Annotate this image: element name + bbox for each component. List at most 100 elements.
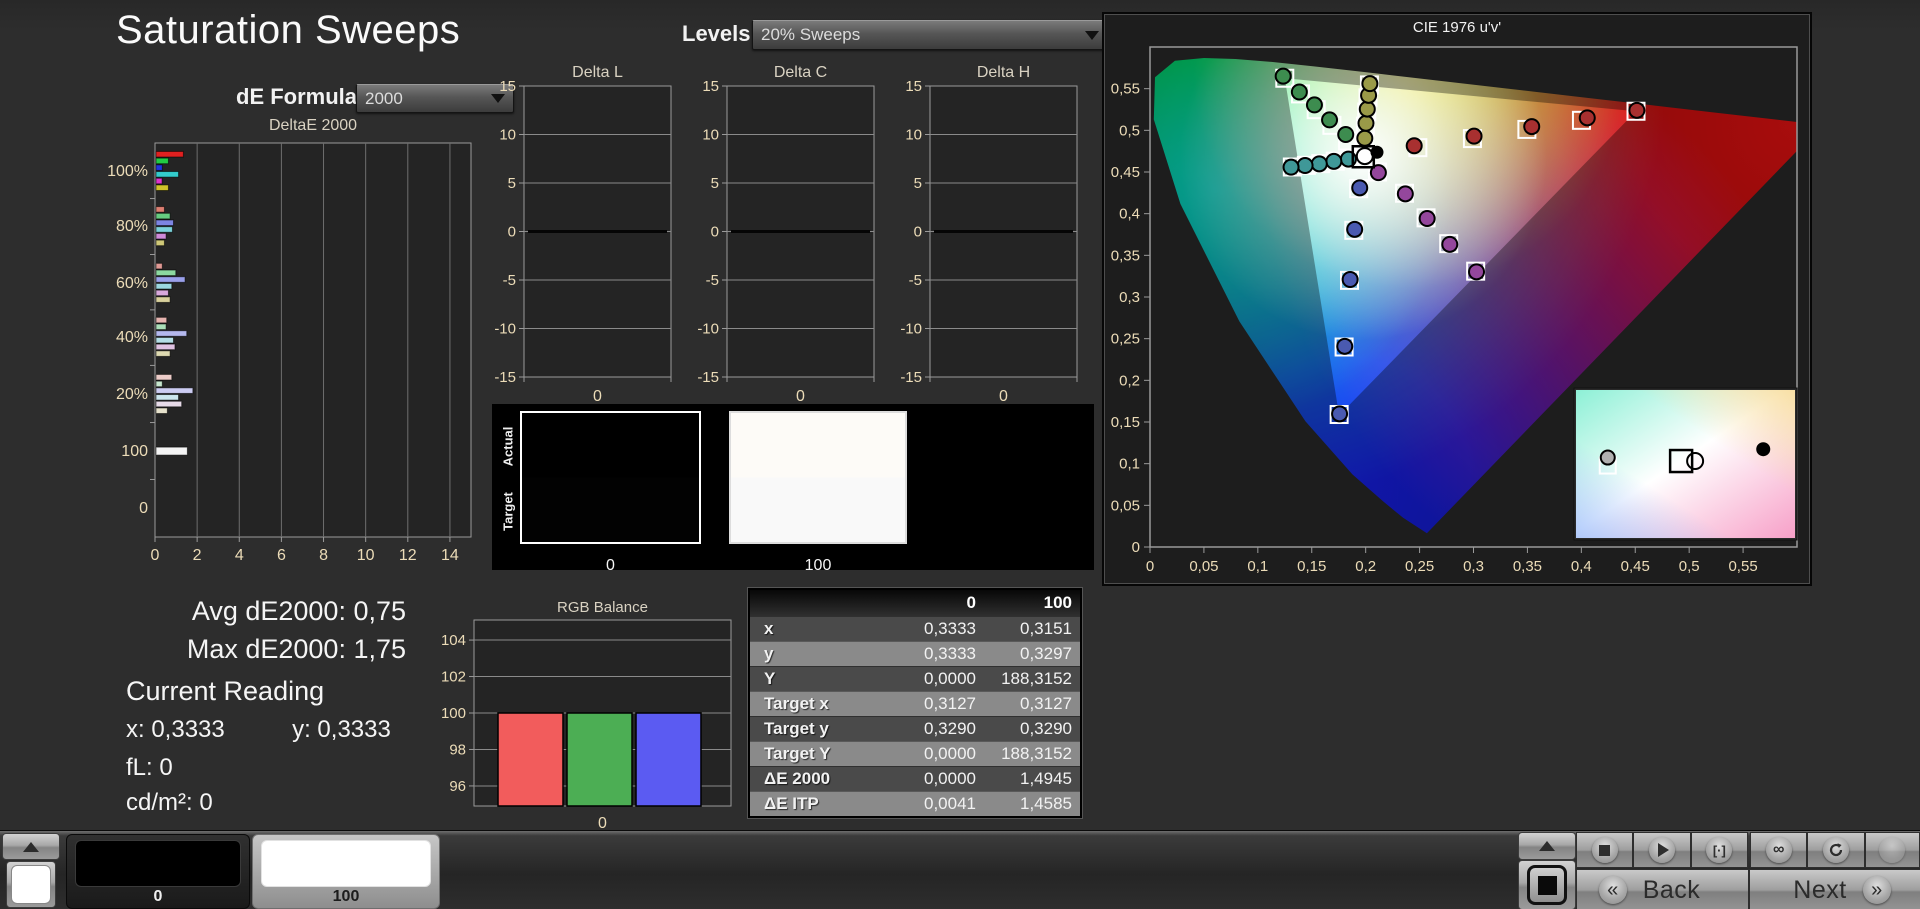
actual-label: Actual bbox=[501, 417, 516, 477]
svg-text:-10: -10 bbox=[900, 321, 922, 338]
delta-c-chart: Delta C151050-5-10-150 bbox=[673, 58, 888, 410]
svg-text:DeltaE 2000: DeltaE 2000 bbox=[269, 117, 357, 134]
svg-text:60%: 60% bbox=[116, 275, 148, 292]
svg-text:0: 0 bbox=[598, 815, 607, 830]
svg-text:100%: 100% bbox=[107, 163, 148, 180]
svg-text:10: 10 bbox=[357, 547, 375, 564]
svg-text:0: 0 bbox=[1146, 558, 1154, 575]
svg-text:-15: -15 bbox=[494, 369, 516, 386]
svg-text:RGB Balance: RGB Balance bbox=[557, 599, 648, 616]
svg-text:Delta H: Delta H bbox=[977, 64, 1030, 81]
current-reading-title: Current Reading bbox=[126, 676, 324, 707]
svg-text:12: 12 bbox=[399, 547, 417, 564]
svg-text:8: 8 bbox=[319, 547, 328, 564]
target-label: Target bbox=[501, 482, 516, 542]
table-row: ΔE 20000,00001,4945 bbox=[750, 766, 1080, 791]
svg-text:15: 15 bbox=[702, 78, 719, 95]
patch-list-expand-button[interactable] bbox=[2, 833, 60, 860]
table-row: x0,33330,3151 bbox=[750, 616, 1080, 641]
current-patch-button[interactable] bbox=[6, 861, 56, 908]
bottom-toolbar: 0 100 bbox=[0, 830, 1920, 909]
delta-l-chart: Delta L151050-5-10-150 bbox=[470, 58, 685, 410]
svg-text:-10: -10 bbox=[494, 321, 516, 338]
svg-text:0,55: 0,55 bbox=[1111, 81, 1140, 98]
patch-window-button[interactable] bbox=[1518, 860, 1576, 909]
continuous-measure-button[interactable]: ∞ bbox=[1750, 832, 1807, 868]
patch-swatch-100-label: 100 bbox=[731, 557, 905, 575]
back-button-label: Back bbox=[1643, 876, 1701, 905]
svg-text:5: 5 bbox=[914, 175, 922, 192]
next-chevrons-icon: » bbox=[1863, 876, 1891, 904]
blank-circle-icon bbox=[1879, 837, 1905, 863]
single-measure-button[interactable]: [·] bbox=[1691, 832, 1748, 868]
svg-text:-15: -15 bbox=[697, 369, 719, 386]
svg-text:0,15: 0,15 bbox=[1111, 414, 1140, 431]
svg-text:96: 96 bbox=[449, 778, 466, 795]
svg-text:0: 0 bbox=[711, 224, 719, 241]
svg-text:40%: 40% bbox=[116, 329, 148, 346]
svg-text:-5: -5 bbox=[503, 272, 516, 289]
patch-card-0[interactable]: 0 bbox=[66, 834, 250, 909]
svg-text:5: 5 bbox=[508, 175, 516, 192]
svg-text:102: 102 bbox=[441, 669, 466, 686]
de-summary: Avg dE2000: 0,75 Max dE2000: 1,75 bbox=[120, 592, 406, 668]
svg-text:0,3: 0,3 bbox=[1119, 289, 1140, 306]
patch-0-swatch bbox=[75, 840, 241, 887]
current-reading-xy: x: 0,3333 y: 0,3333 bbox=[126, 716, 391, 744]
svg-text:15: 15 bbox=[499, 78, 516, 95]
col-100-header: 100 bbox=[976, 593, 1078, 613]
patch-100-swatch bbox=[261, 840, 431, 887]
svg-text:100: 100 bbox=[121, 443, 148, 460]
svg-text:0,3: 0,3 bbox=[1463, 558, 1484, 575]
meter-panel-expand-button[interactable] bbox=[1518, 832, 1576, 860]
play-button[interactable] bbox=[1633, 832, 1690, 868]
svg-text:2: 2 bbox=[193, 547, 202, 564]
loop-icon bbox=[1823, 837, 1849, 863]
cie-1976-panel: CIE 1976 u'v' 00,050,10,150,20,250,30,35… bbox=[1102, 12, 1812, 586]
table-row: Target y0,32900,3290 bbox=[750, 716, 1080, 741]
chevron-up-icon bbox=[1539, 841, 1555, 851]
svg-text:14: 14 bbox=[441, 547, 459, 564]
svg-text:Delta L: Delta L bbox=[572, 64, 623, 81]
patch-swatch-100: 100 bbox=[729, 411, 907, 544]
white-patch-icon bbox=[11, 865, 51, 904]
back-button[interactable]: « Back bbox=[1576, 869, 1749, 909]
svg-text:-15: -15 bbox=[900, 369, 922, 386]
svg-text:0: 0 bbox=[796, 388, 805, 405]
svg-text:0,05: 0,05 bbox=[1111, 497, 1140, 514]
next-button[interactable]: Next » bbox=[1749, 869, 1920, 909]
current-cdm2: cd/m²: 0 bbox=[126, 789, 213, 817]
results-table-header: 0 100 bbox=[750, 590, 1080, 616]
svg-text:20%: 20% bbox=[116, 386, 148, 403]
svg-text:-10: -10 bbox=[697, 321, 719, 338]
levels-value: 20% Sweeps bbox=[761, 25, 860, 45]
rgb-balance-chart: RGB Balance10410210098960 bbox=[420, 598, 752, 830]
transport-controls: [·] ∞ bbox=[1576, 832, 1920, 868]
svg-text:0,45: 0,45 bbox=[1621, 558, 1650, 575]
svg-text:98: 98 bbox=[449, 741, 466, 758]
svg-text:0,55: 0,55 bbox=[1728, 558, 1757, 575]
svg-text:0,4: 0,4 bbox=[1571, 558, 1592, 575]
svg-text:0: 0 bbox=[914, 224, 922, 241]
svg-text:5: 5 bbox=[711, 175, 719, 192]
loop-measure-button[interactable] bbox=[1807, 832, 1864, 868]
patch-card-100[interactable]: 100 bbox=[252, 834, 440, 909]
current-y: y: 0,3333 bbox=[292, 716, 391, 743]
levels-dropdown[interactable]: 20% Sweeps bbox=[752, 20, 1108, 50]
svg-text:6: 6 bbox=[277, 547, 286, 564]
results-table: 0 100 x0,33330,3151y0,33330,3297Y0,00001… bbox=[748, 588, 1082, 818]
svg-text:10: 10 bbox=[905, 127, 922, 144]
chevron-up-icon bbox=[23, 842, 39, 852]
svg-text:0: 0 bbox=[999, 388, 1008, 405]
single-measure-icon: [·] bbox=[1706, 837, 1732, 863]
infinity-icon: ∞ bbox=[1766, 837, 1792, 863]
deltae2000-bar-chart: DeltaE 200002468101214100%80%60%40%20%10… bbox=[100, 96, 500, 574]
play-icon bbox=[1649, 837, 1675, 863]
levels-label: Levels: bbox=[682, 21, 758, 47]
svg-text:0,5: 0,5 bbox=[1119, 122, 1140, 139]
svg-text:0,35: 0,35 bbox=[1111, 247, 1140, 264]
stop-button[interactable] bbox=[1576, 832, 1633, 868]
patch-swatch-0: 0 bbox=[520, 411, 701, 544]
max-de2000: Max dE2000: 1,75 bbox=[120, 630, 406, 668]
page-title: Saturation Sweeps bbox=[116, 8, 460, 53]
